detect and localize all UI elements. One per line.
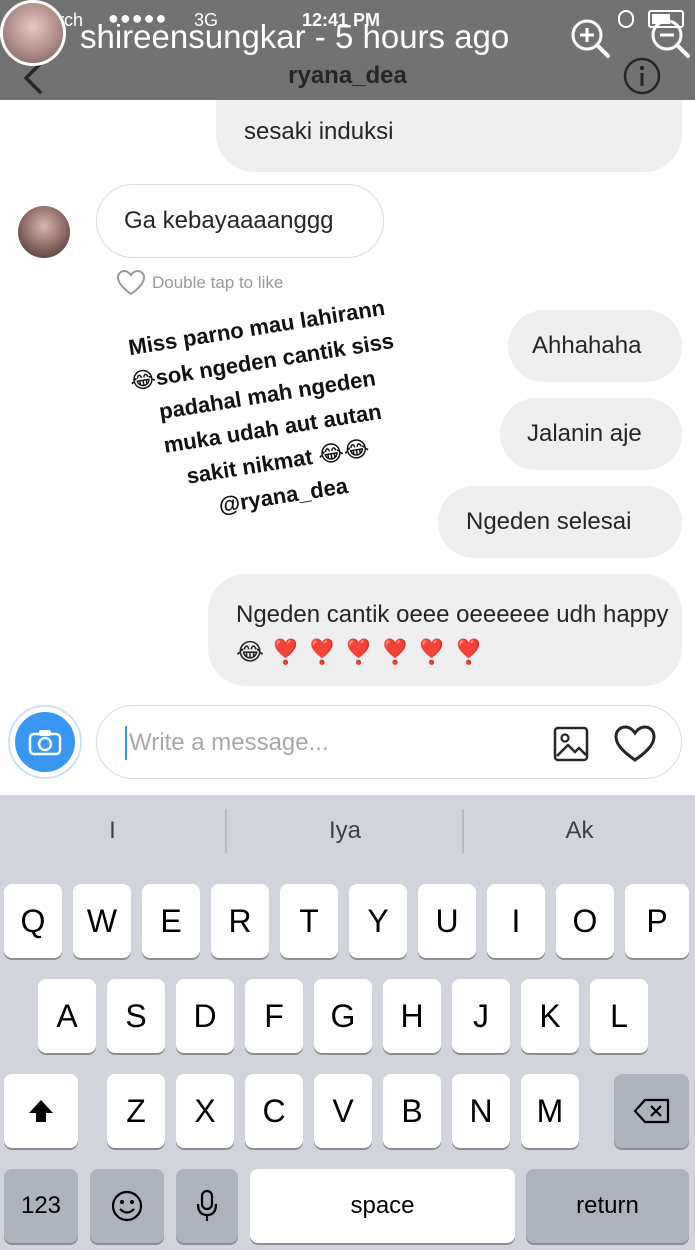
shift-key[interactable] <box>4 1074 78 1148</box>
double-tap-like-hint: Double tap to like <box>116 268 283 298</box>
message-bubble-incoming[interactable]: Ga kebayaaaanggg <box>96 184 384 258</box>
story-avatar[interactable] <box>0 0 66 66</box>
info-icon <box>623 57 661 95</box>
key-p[interactable]: P <box>625 884 689 958</box>
like-hint-text: Double tap to like <box>152 273 284 292</box>
key-j[interactable]: J <box>452 979 510 1053</box>
suggestion-item[interactable]: Ak <box>464 795 695 867</box>
key-q[interactable]: Q <box>4 884 62 958</box>
space-key[interactable]: space <box>250 1169 515 1243</box>
story-header-text: shireensungkar - 5 hours ago <box>80 18 509 56</box>
camera-icon <box>28 730 62 756</box>
heart-button[interactable] <box>613 724 657 764</box>
key-m[interactable]: M <box>521 1074 579 1148</box>
message-text: Jalanin aje <box>527 420 642 447</box>
message-text: sesaki induksi <box>244 118 394 145</box>
story-age: 5 hours ago <box>334 18 510 55</box>
emoji-icon <box>111 1190 143 1222</box>
heart-icon <box>116 269 146 296</box>
message-bubble-outgoing[interactable]: Ahhahaha <box>508 310 682 382</box>
shift-icon <box>29 1100 53 1122</box>
key-d[interactable]: D <box>176 979 234 1053</box>
backspace-icon <box>633 1098 669 1124</box>
story-caption-text: Miss parno mau lahirann 😂sok ngeden cant… <box>126 294 396 518</box>
keyboard: I Iya Ak Q W E R T Y U I O P A S D F G H… <box>0 795 695 1250</box>
key-r[interactable]: R <box>211 884 269 958</box>
message-bubble-outgoing[interactable]: sesaki induksi <box>216 100 682 172</box>
key-e[interactable]: E <box>142 884 200 958</box>
key-t[interactable]: T <box>280 884 338 958</box>
message-text: Ngeden cantik oeee oeeeeee udh happy 😂 ❣… <box>236 601 669 666</box>
message-bubble-outgoing[interactable]: Ngeden selesai <box>438 486 682 558</box>
numbers-key[interactable]: 123 <box>4 1169 78 1243</box>
key-u[interactable]: U <box>418 884 476 958</box>
key-g[interactable]: G <box>314 979 372 1053</box>
microphone-icon <box>196 1189 218 1221</box>
message-bubble-outgoing[interactable]: Jalanin aje <box>500 398 682 470</box>
camera-button[interactable] <box>8 705 82 779</box>
key-w[interactable]: W <box>73 884 131 958</box>
emoji-key[interactable] <box>90 1169 164 1243</box>
info-button[interactable] <box>622 56 662 96</box>
key-i[interactable]: I <box>487 884 545 958</box>
microphone-key[interactable] <box>176 1169 238 1243</box>
heart-icon <box>614 725 656 762</box>
message-text: Ga kebayaaaanggg <box>124 207 334 234</box>
key-y[interactable]: Y <box>349 884 407 958</box>
key-z[interactable]: Z <box>107 1074 165 1148</box>
key-f[interactable]: F <box>245 979 303 1053</box>
key-v[interactable]: V <box>314 1074 372 1148</box>
key-a[interactable]: A <box>38 979 96 1053</box>
suggestion-item[interactable]: Iya <box>228 795 462 867</box>
zoom-in-icon[interactable] <box>568 16 612 60</box>
image-icon <box>553 726 589 762</box>
message-text: Ahhahaha <box>532 332 642 359</box>
message-input[interactable] <box>125 726 525 760</box>
sender-avatar[interactable] <box>18 206 70 258</box>
suggestion-divider <box>225 809 227 853</box>
gallery-button[interactable] <box>551 724 591 764</box>
backspace-key[interactable] <box>614 1074 689 1148</box>
message-composer <box>0 695 695 795</box>
message-input-wrapper <box>96 705 682 779</box>
zoom-out-icon[interactable] <box>648 16 692 60</box>
return-key[interactable]: return <box>526 1169 689 1243</box>
story-username[interactable]: shireensungkar <box>80 18 306 55</box>
suggestion-bar: I Iya Ak <box>0 795 695 867</box>
key-l[interactable]: L <box>590 979 648 1053</box>
key-x[interactable]: X <box>176 1074 234 1148</box>
key-b[interactable]: B <box>383 1074 441 1148</box>
message-text: Ngeden selesai <box>466 508 632 535</box>
rotation-lock-icon <box>618 10 634 28</box>
key-c[interactable]: C <box>245 1074 303 1148</box>
key-n[interactable]: N <box>452 1074 510 1148</box>
key-k[interactable]: K <box>521 979 579 1053</box>
key-s[interactable]: S <box>107 979 165 1053</box>
key-h[interactable]: H <box>383 979 441 1053</box>
chat-title[interactable]: ryana_dea <box>0 62 695 90</box>
story-separator: - <box>305 18 335 55</box>
message-bubble-outgoing[interactable]: Ngeden cantik oeee oeeeeee udh happy 😂 ❣… <box>208 574 682 686</box>
key-o[interactable]: O <box>556 884 614 958</box>
message-thread[interactable]: sesaki induksi Ga kebayaaaanggg Double t… <box>0 100 695 695</box>
suggestion-item[interactable]: I <box>0 795 225 867</box>
